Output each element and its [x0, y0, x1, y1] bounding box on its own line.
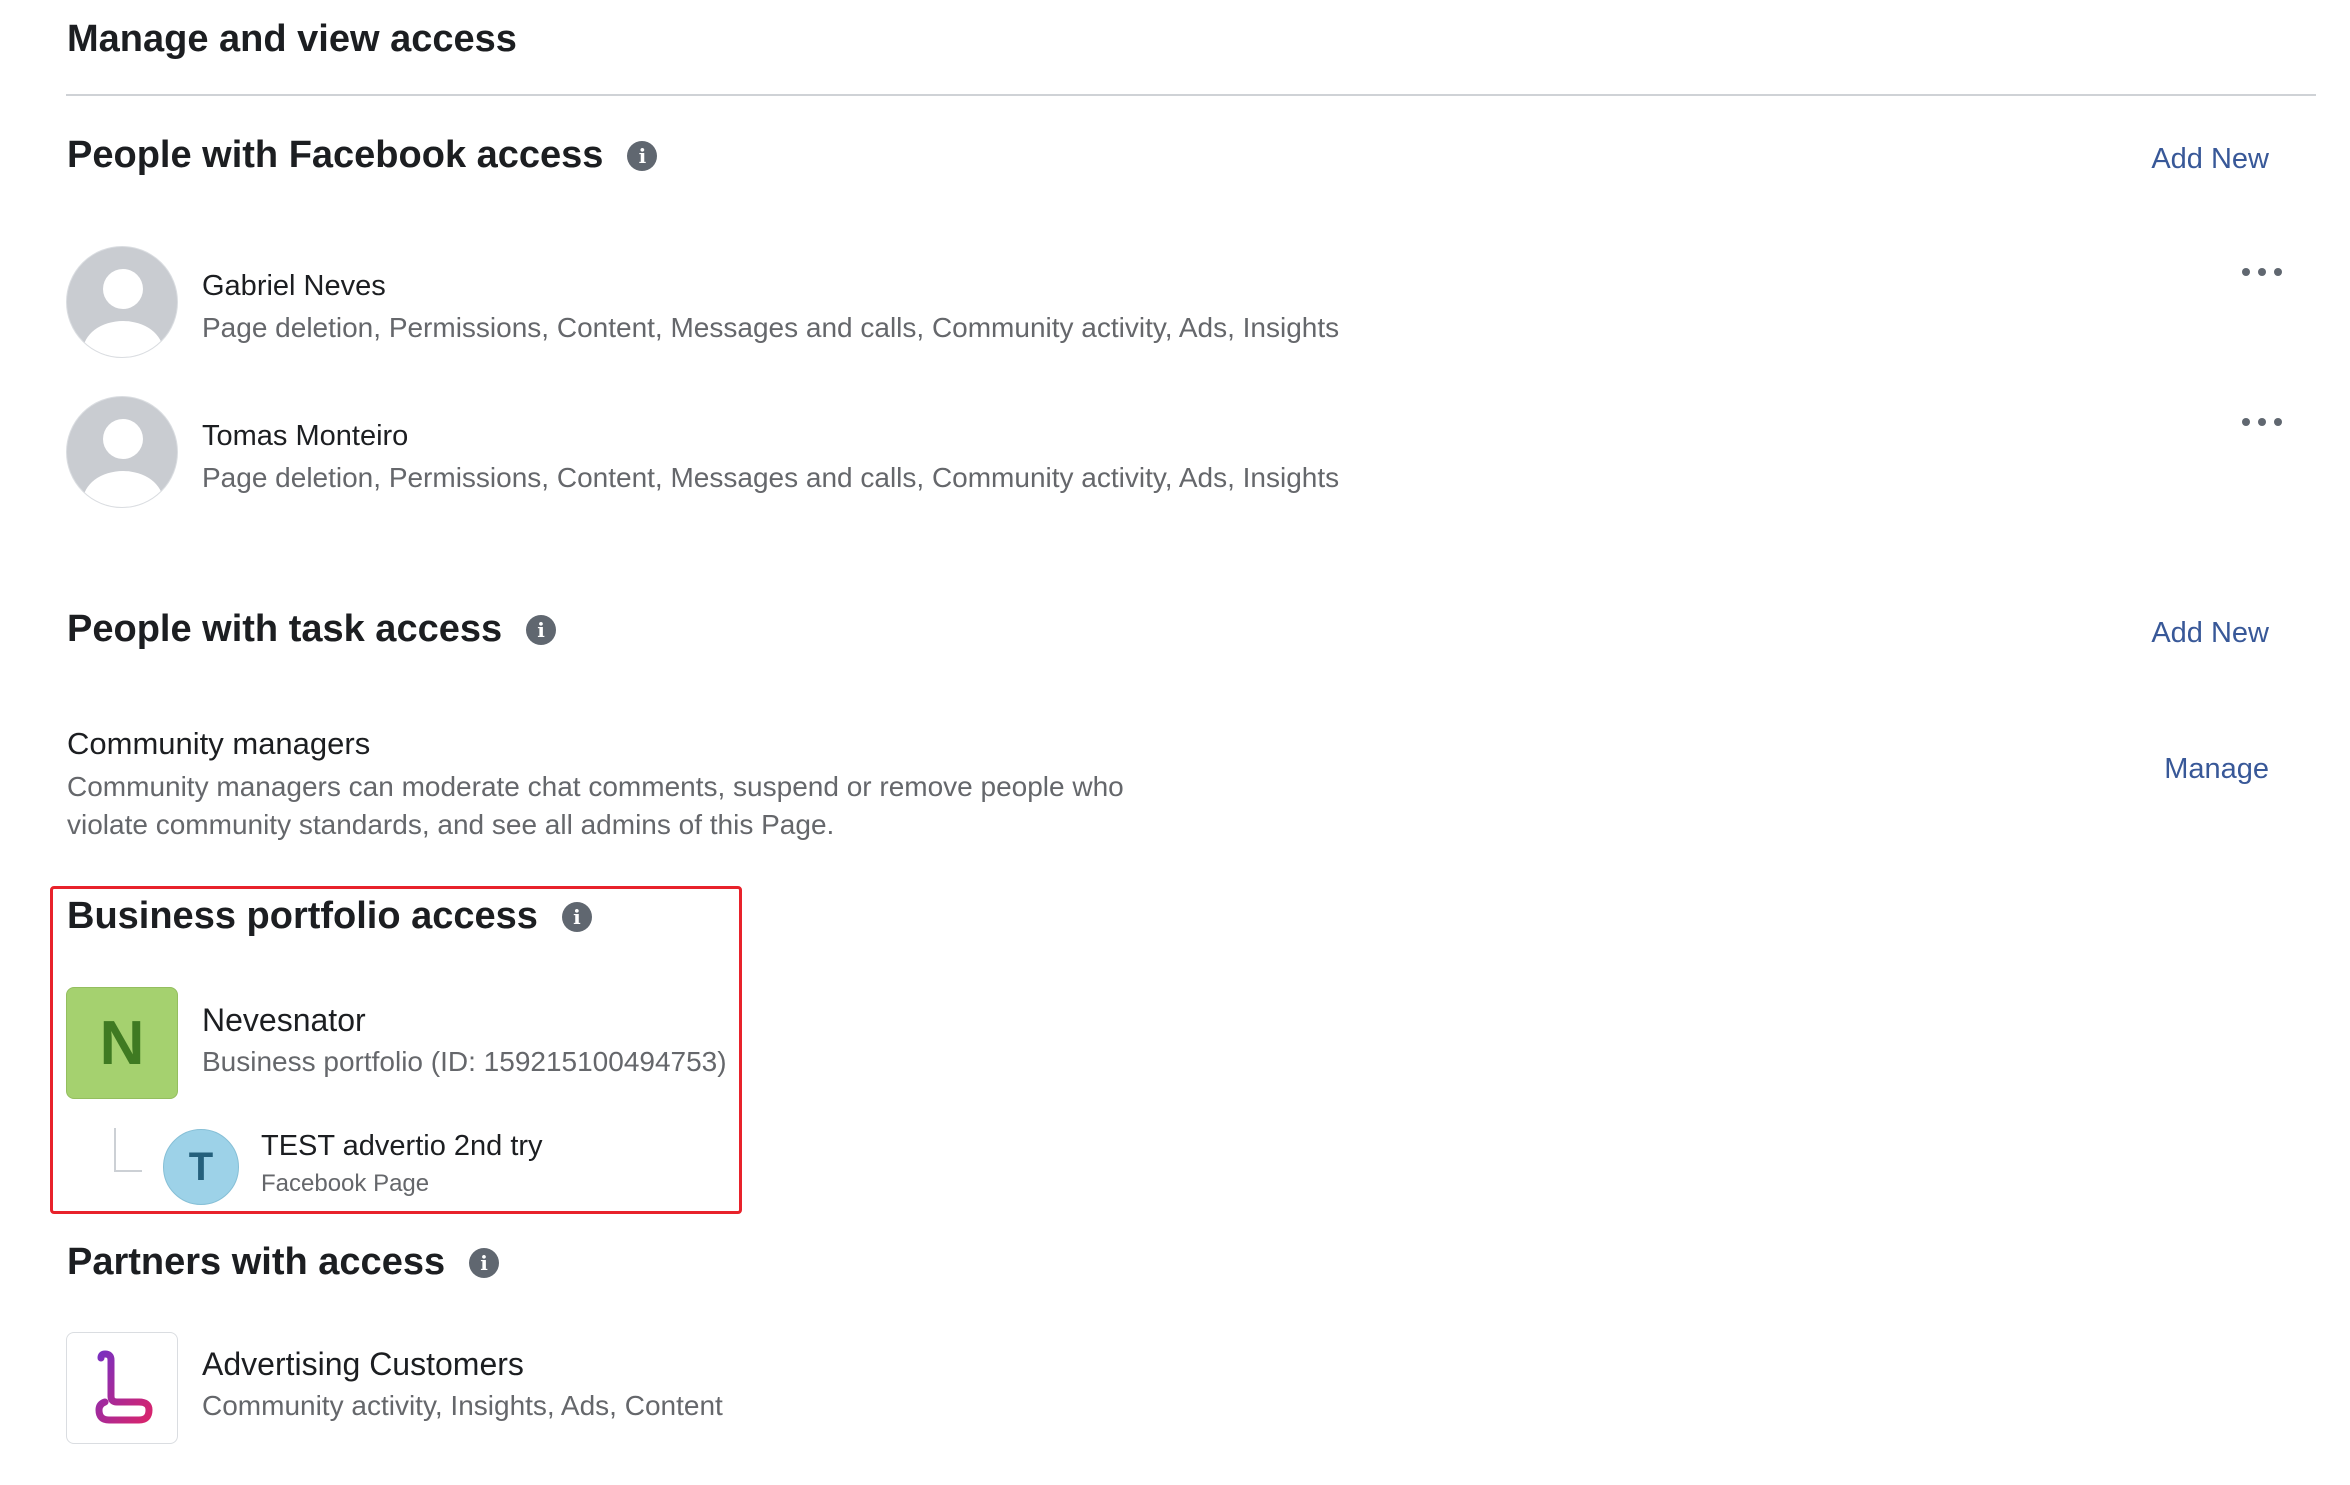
page-title: Manage and view access [67, 18, 517, 60]
access-page: Manage and view access People with Faceb… [0, 0, 2350, 1485]
facebook-access-title: People with Facebook access [67, 134, 604, 176]
partner-permissions: Community activity, Insights, Ads, Conte… [202, 1390, 723, 1421]
partner-logo-icon[interactable] [66, 1332, 178, 1444]
person-name[interactable]: Tomas Monteiro [202, 420, 408, 453]
person-name[interactable]: Gabriel Neves [202, 270, 386, 303]
title-divider [66, 94, 2316, 96]
business-portfolio-avatar[interactable]: N [66, 987, 178, 1099]
partner-name[interactable]: Advertising Customers [202, 1346, 524, 1383]
info-icon[interactable]: i [561, 901, 592, 932]
person-row [66, 396, 178, 508]
partners-section-title: Partners with access i [67, 1241, 500, 1284]
person-permissions: Page deletion, Permissions, Content, Mes… [202, 462, 1340, 493]
community-managers-description: Community managers can moderate chat com… [67, 771, 1124, 840]
person-permissions: Page deletion, Permissions, Content, Mes… [202, 312, 1340, 343]
partners-title: Partners with access [67, 1241, 446, 1283]
info-icon[interactable]: i [526, 614, 557, 645]
business-portfolio-id: Business portfolio (ID: 159215100494753) [202, 1046, 727, 1077]
facebook-page-name[interactable]: TEST advertio 2nd try [261, 1130, 543, 1163]
task-access-add-new-button[interactable]: Add New [2151, 617, 2269, 650]
more-options-icon[interactable] [2242, 262, 2282, 282]
info-icon[interactable]: i [627, 140, 658, 171]
facebook-access-section-title: People with Facebook access i [67, 134, 658, 177]
facebook-access-add-new-button[interactable]: Add New [2151, 143, 2269, 176]
person-row [66, 246, 178, 358]
community-managers-manage-button[interactable]: Manage [2164, 753, 2269, 786]
business-portfolio-name[interactable]: Nevesnator [202, 1002, 366, 1039]
default-person-avatar-icon[interactable] [66, 246, 178, 358]
more-options-icon[interactable] [2242, 412, 2282, 432]
default-person-avatar-icon[interactable] [66, 396, 178, 508]
community-managers-title: Community managers [67, 726, 371, 761]
tree-connector [114, 1128, 142, 1172]
business-portfolio-section-title: Business portfolio access i [67, 895, 592, 938]
info-icon[interactable]: i [469, 1247, 500, 1278]
task-access-section-title: People with task access i [67, 608, 557, 651]
business-portfolio-title: Business portfolio access [67, 895, 538, 937]
facebook-page-type: Facebook Page [261, 1170, 430, 1197]
facebook-page-avatar[interactable]: T [163, 1129, 239, 1205]
task-access-title: People with task access [67, 608, 503, 650]
